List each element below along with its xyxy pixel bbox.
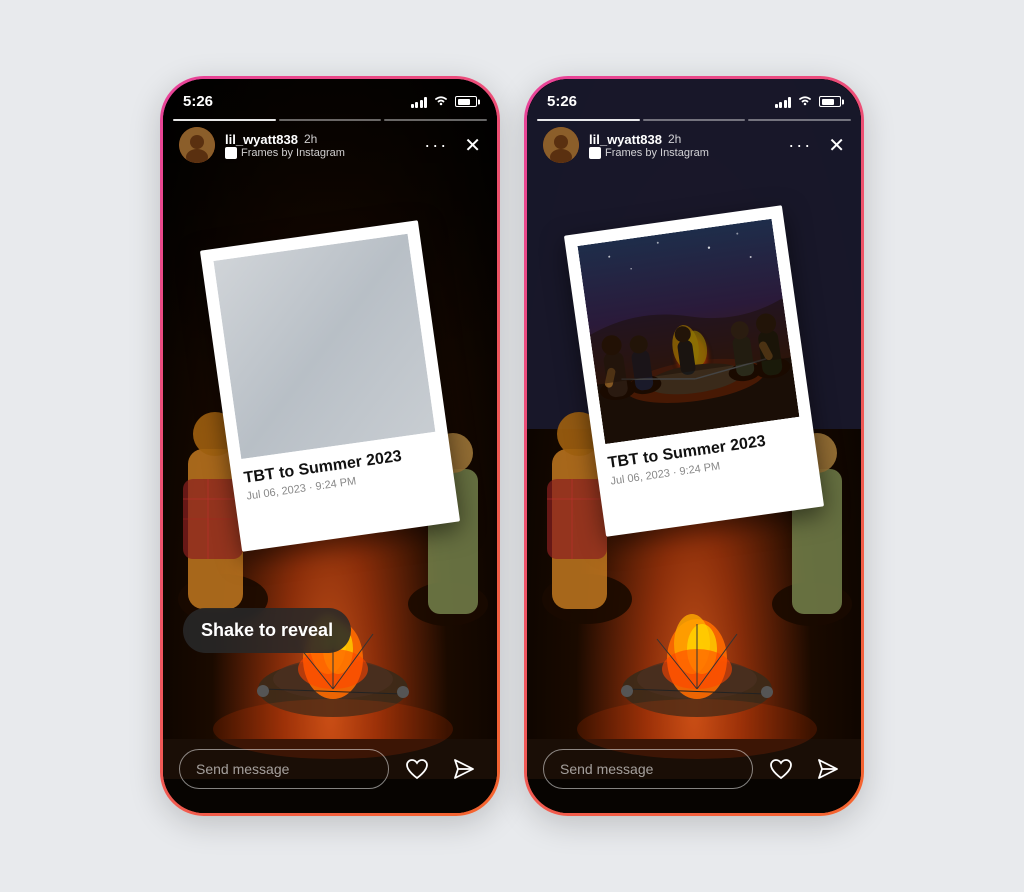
frames-icon-right	[589, 147, 601, 159]
header-actions-left: ··· ✕	[424, 133, 481, 158]
message-placeholder-left: Send message	[196, 761, 289, 777]
phone-right-wrapper: 5:26	[524, 76, 864, 816]
battery-icon-left	[455, 96, 477, 107]
polaroid-image-right	[577, 219, 799, 444]
time-ago-right: 2h	[668, 132, 681, 146]
polaroid-scene-svg	[577, 219, 799, 444]
frames-row-right: Frames by Instagram	[589, 147, 788, 159]
phone-right-screen: 5:26	[527, 79, 861, 813]
header-info-right: lil_wyatt838 2h Frames by Instagram	[589, 132, 788, 159]
polaroid-frame-right: TBT to Summer 2023 Jul 06, 2023 · 9:24 P…	[564, 205, 824, 537]
polaroid-image-left	[213, 234, 435, 459]
message-input-left[interactable]: Send message	[179, 749, 389, 789]
story-header-left: lil_wyatt838 2h Frames by Instagram ··· …	[179, 127, 481, 163]
progress-bars-left	[173, 119, 487, 121]
heart-button-right[interactable]	[763, 751, 799, 787]
polaroid-frame-left: TBT to Summer 2023 Jul 06, 2023 · 9:24 P…	[200, 220, 460, 552]
wifi-icon-right	[797, 94, 813, 109]
username-left: lil_wyatt838	[225, 132, 298, 147]
progress-bar-2	[279, 119, 382, 121]
status-icons-left	[411, 94, 478, 109]
battery-icon-right	[819, 96, 841, 107]
shake-badge[interactable]: Shake to reveal	[183, 608, 351, 653]
frames-label-left: Frames by Instagram	[241, 147, 345, 159]
progress-bar-r1	[537, 119, 640, 121]
phone-left-wrapper: 5:26	[160, 76, 500, 816]
status-time-right: 5:26	[547, 93, 577, 110]
message-bar-right: Send message	[543, 749, 845, 789]
username-right: lil_wyatt838	[589, 132, 662, 147]
polaroid-left: TBT to Summer 2023 Jul 06, 2023 · 9:24 P…	[200, 220, 460, 552]
phone-left: 5:26	[160, 76, 500, 816]
time-ago-left: 2h	[304, 132, 317, 146]
progress-bar-1	[173, 119, 276, 121]
close-button-right[interactable]: ✕	[828, 133, 845, 158]
progress-bar-r3	[748, 119, 851, 121]
story-header-right: lil_wyatt838 2h Frames by Instagram ··· …	[543, 127, 845, 163]
progress-bar-3	[384, 119, 487, 121]
header-actions-right: ··· ✕	[788, 133, 845, 158]
signal-icon-right	[775, 96, 792, 108]
heart-button-left[interactable]	[399, 751, 435, 787]
more-button-right[interactable]: ···	[788, 135, 812, 156]
avatar-right	[543, 127, 579, 163]
more-button-left[interactable]: ···	[424, 135, 448, 156]
status-bar-left: 5:26	[183, 93, 477, 110]
avatar-left	[179, 127, 215, 163]
status-icons-right	[775, 94, 842, 109]
wifi-icon-left	[433, 94, 449, 109]
polaroid-right: TBT to Summer 2023 Jul 06, 2023 · 9:24 P…	[564, 205, 824, 537]
phone-right: 5:26	[524, 76, 864, 816]
signal-icon-left	[411, 96, 428, 108]
frames-label-right: Frames by Instagram	[605, 147, 709, 159]
message-placeholder-right: Send message	[560, 761, 653, 777]
close-button-left[interactable]: ✕	[464, 133, 481, 158]
message-bar-left: Send message	[179, 749, 481, 789]
progress-bars-right	[537, 119, 851, 121]
frames-icon-left	[225, 147, 237, 159]
phone-left-screen: 5:26	[163, 79, 497, 813]
frames-row-left: Frames by Instagram	[225, 147, 424, 159]
message-input-right[interactable]: Send message	[543, 749, 753, 789]
send-button-right[interactable]	[809, 751, 845, 787]
status-bar-right: 5:26	[547, 93, 841, 110]
page-container: 5:26	[140, 56, 884, 836]
send-button-left[interactable]	[445, 751, 481, 787]
status-time-left: 5:26	[183, 93, 213, 110]
progress-bar-r2	[643, 119, 746, 121]
polaroid-blank-left	[213, 234, 435, 459]
header-info-left: lil_wyatt838 2h Frames by Instagram	[225, 132, 424, 159]
